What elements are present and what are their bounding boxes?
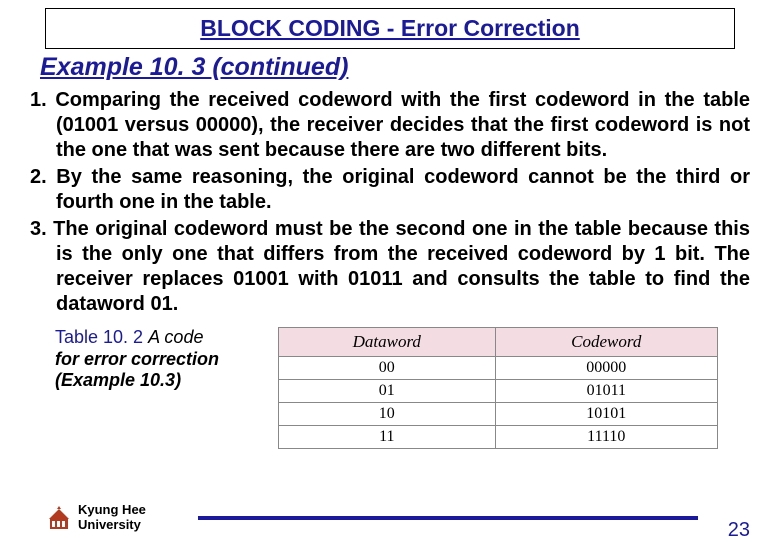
footer: Kyung Hee University	[48, 503, 146, 532]
table-cell: 01011	[495, 380, 717, 403]
list-item: 3. The original codeword must be the sec…	[30, 217, 750, 317]
table-desc: A code	[148, 327, 203, 347]
university-name: Kyung Hee University	[78, 503, 146, 532]
table-cell: 10	[279, 403, 496, 426]
list-item: 1. Comparing the received codeword with …	[30, 88, 750, 163]
code-table: Dataword Codeword 00 00000 01 01011 10 1…	[278, 327, 718, 449]
table-caption-row: Table 10. 2 A code for error correction …	[55, 327, 780, 449]
footer-rule	[198, 516, 698, 520]
university-line1: Kyung Hee	[78, 503, 146, 517]
table-header-dataword: Dataword	[279, 328, 496, 357]
table-row: 10 10101	[279, 403, 718, 426]
slide-subtitle: Example 10. 3 (continued)	[40, 53, 780, 82]
table-number: Table 10. 2	[55, 327, 143, 347]
table-subcaption: for error correction (Example 10.3)	[55, 349, 260, 392]
table-cell: 00	[279, 357, 496, 380]
table-row: 00 00000	[279, 357, 718, 380]
table-cell: 11110	[495, 426, 717, 449]
slide-title: BLOCK CODING - Error Correction	[45, 8, 735, 49]
university-line2: University	[78, 518, 146, 532]
table-row: 11 11110	[279, 426, 718, 449]
table-cell: 00000	[495, 357, 717, 380]
table-row: 01 01011	[279, 380, 718, 403]
list-item: 2. By the same reasoning, the original c…	[30, 165, 750, 215]
table-caption: Table 10. 2 A code for error correction …	[55, 327, 260, 392]
page-number: 23	[728, 519, 750, 542]
table-cell: 10101	[495, 403, 717, 426]
university-logo-icon	[48, 505, 70, 531]
table-cell: 11	[279, 426, 496, 449]
table-header-codeword: Codeword	[495, 328, 717, 357]
body-text: 1. Comparing the received codeword with …	[30, 88, 750, 317]
table-cell: 01	[279, 380, 496, 403]
